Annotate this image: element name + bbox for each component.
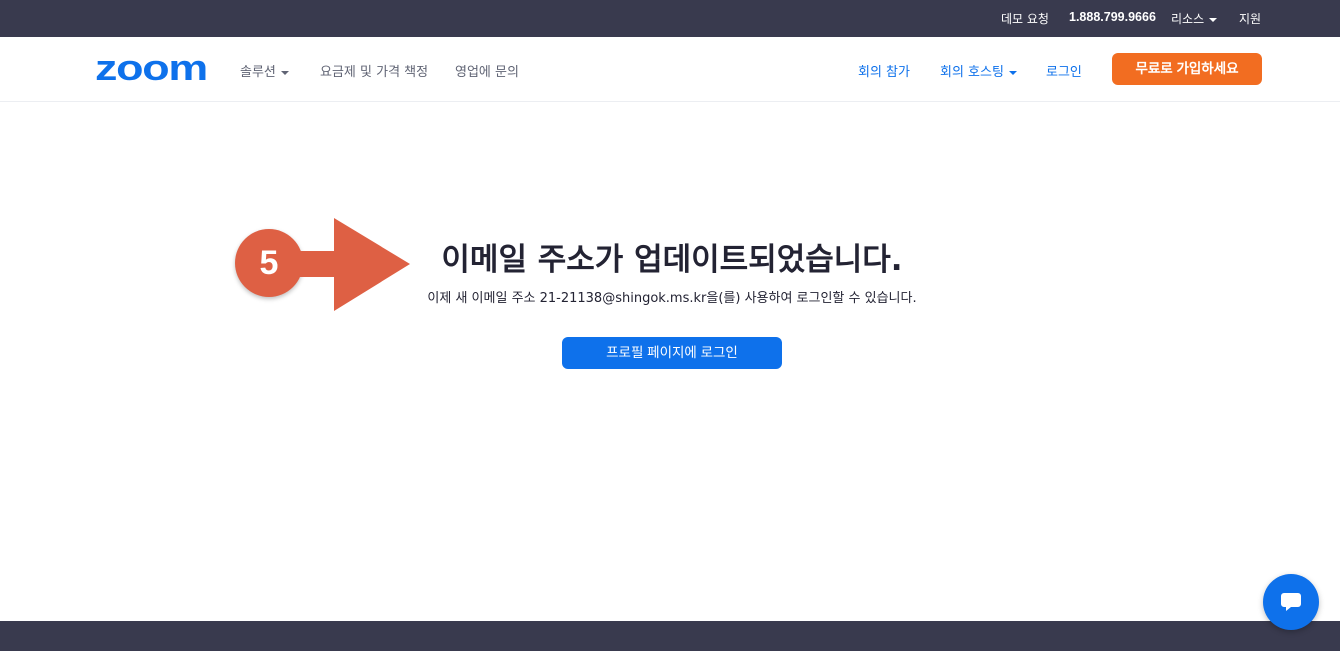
chat-button[interactable] [1263,574,1319,630]
contact-sales-link[interactable]: 영업에 문의 [455,61,519,80]
phone-number-link[interactable]: 1.888.799.9666 [1069,10,1156,24]
solutions-label: 솔루션 [240,65,276,80]
top-utility-bar: 데모 요청 1.888.799.9666 리소스 지원 [0,0,1340,37]
join-meeting-link[interactable]: 회의 참가 [858,61,910,80]
main-navigation: zoom 솔루션 요금제 및 가격 책정 영업에 문의 회의 참가 회의 호스팅… [0,37,1340,102]
pricing-link[interactable]: 요금제 및 가격 책정 [320,61,428,80]
sign-in-link[interactable]: 로그인 [1046,61,1082,80]
caret-down-icon [1008,70,1017,75]
caret-down-icon [280,70,289,75]
page-title: 이메일 주소가 업데이트되었습니다. [441,242,903,278]
host-meeting-label: 회의 호스팅 [940,65,1004,80]
signup-free-button[interactable]: 무료로 가입하세요 [1112,53,1262,85]
chat-bubble-icon [1281,593,1301,611]
request-demo-link[interactable]: 데모 요청 [1001,10,1049,27]
footer-bar [0,621,1340,651]
solutions-menu[interactable]: 솔루션 [240,61,289,80]
sign-in-profile-button[interactable]: 프로필 페이지에 로그인 [562,337,782,369]
resources-menu[interactable]: 리소스 [1171,10,1218,27]
logo-text: zoom [95,54,207,84]
zoom-logo[interactable]: zoom [95,54,207,84]
support-link[interactable]: 지원 [1239,10,1261,27]
confirmation-message: 이제 새 이메일 주소 21-21138@shingok.ms.kr을(를) 사… [427,291,917,306]
host-meeting-menu[interactable]: 회의 호스팅 [940,61,1017,80]
resources-label: 리소스 [1171,12,1205,26]
caret-down-icon [1209,17,1218,22]
